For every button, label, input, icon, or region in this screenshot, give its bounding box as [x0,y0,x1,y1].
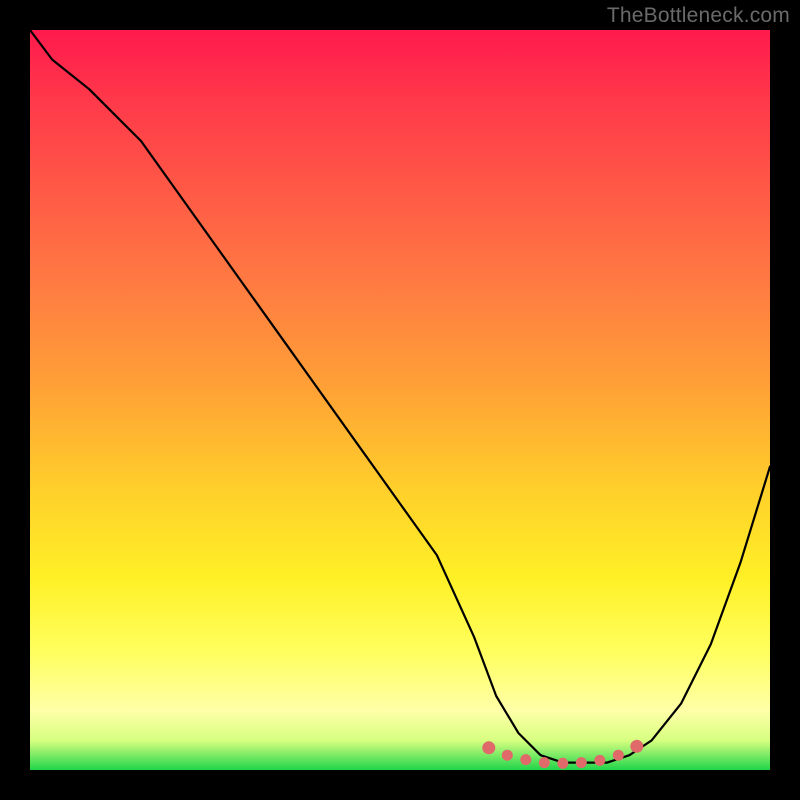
trough-marker [557,758,568,769]
plot-area [30,30,770,770]
trough-marker [594,755,605,766]
trough-marker [539,757,550,768]
bottleneck-curve [30,30,770,763]
trough-marker [520,754,531,765]
trough-marker [482,741,495,754]
trough-marker-group [482,740,643,769]
trough-marker [630,740,643,753]
trough-marker [576,757,587,768]
chart-frame: TheBottleneck.com [0,0,800,800]
trough-marker [613,750,624,761]
watermark-text: TheBottleneck.com [607,4,790,28]
trough-marker [502,750,513,761]
plot-svg [30,30,770,770]
